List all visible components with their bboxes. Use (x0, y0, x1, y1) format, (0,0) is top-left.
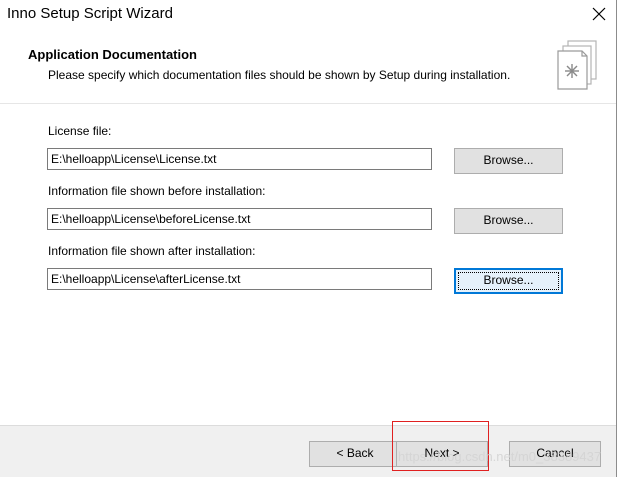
back-button-label: < Back (336, 446, 374, 460)
browse-license-button[interactable]: Browse... (454, 148, 563, 174)
browse-license-button-label: Browse... (483, 153, 534, 167)
document-wizard-icon (554, 35, 602, 101)
header-panel: Application Documentation Please specify… (0, 30, 616, 102)
browse-before-install-button-label: Browse... (483, 213, 534, 227)
license-file-input[interactable] (47, 148, 432, 170)
header-divider (0, 103, 616, 104)
before-install-file-input[interactable] (47, 208, 432, 230)
after-install-file-input[interactable] (47, 268, 432, 290)
browse-after-install-button[interactable]: Browse... (454, 268, 563, 294)
back-button[interactable]: < Back (309, 441, 401, 467)
window-title: Inno Setup Script Wizard (7, 5, 173, 22)
after-install-file-label: Information file shown after installatio… (48, 244, 256, 258)
page-description: Please specify which documentation files… (48, 68, 511, 82)
title-bar: Inno Setup Script Wizard (0, 0, 623, 30)
before-install-file-label: Information file shown before installati… (48, 184, 266, 198)
browse-after-install-button-label: Browse... (483, 273, 534, 287)
next-button[interactable]: Next > (396, 441, 488, 467)
license-file-label: License file: (48, 124, 112, 138)
next-button-label: Next > (424, 446, 460, 460)
cancel-button-label: Cancel (536, 446, 574, 460)
window-right-edge (616, 0, 617, 477)
wizard-window: Inno Setup Script Wizard Application Doc… (0, 0, 623, 477)
close-icon[interactable] (589, 4, 609, 24)
cancel-button[interactable]: Cancel (509, 441, 601, 467)
page-title: Application Documentation (28, 47, 197, 62)
browse-before-install-button[interactable]: Browse... (454, 208, 563, 234)
